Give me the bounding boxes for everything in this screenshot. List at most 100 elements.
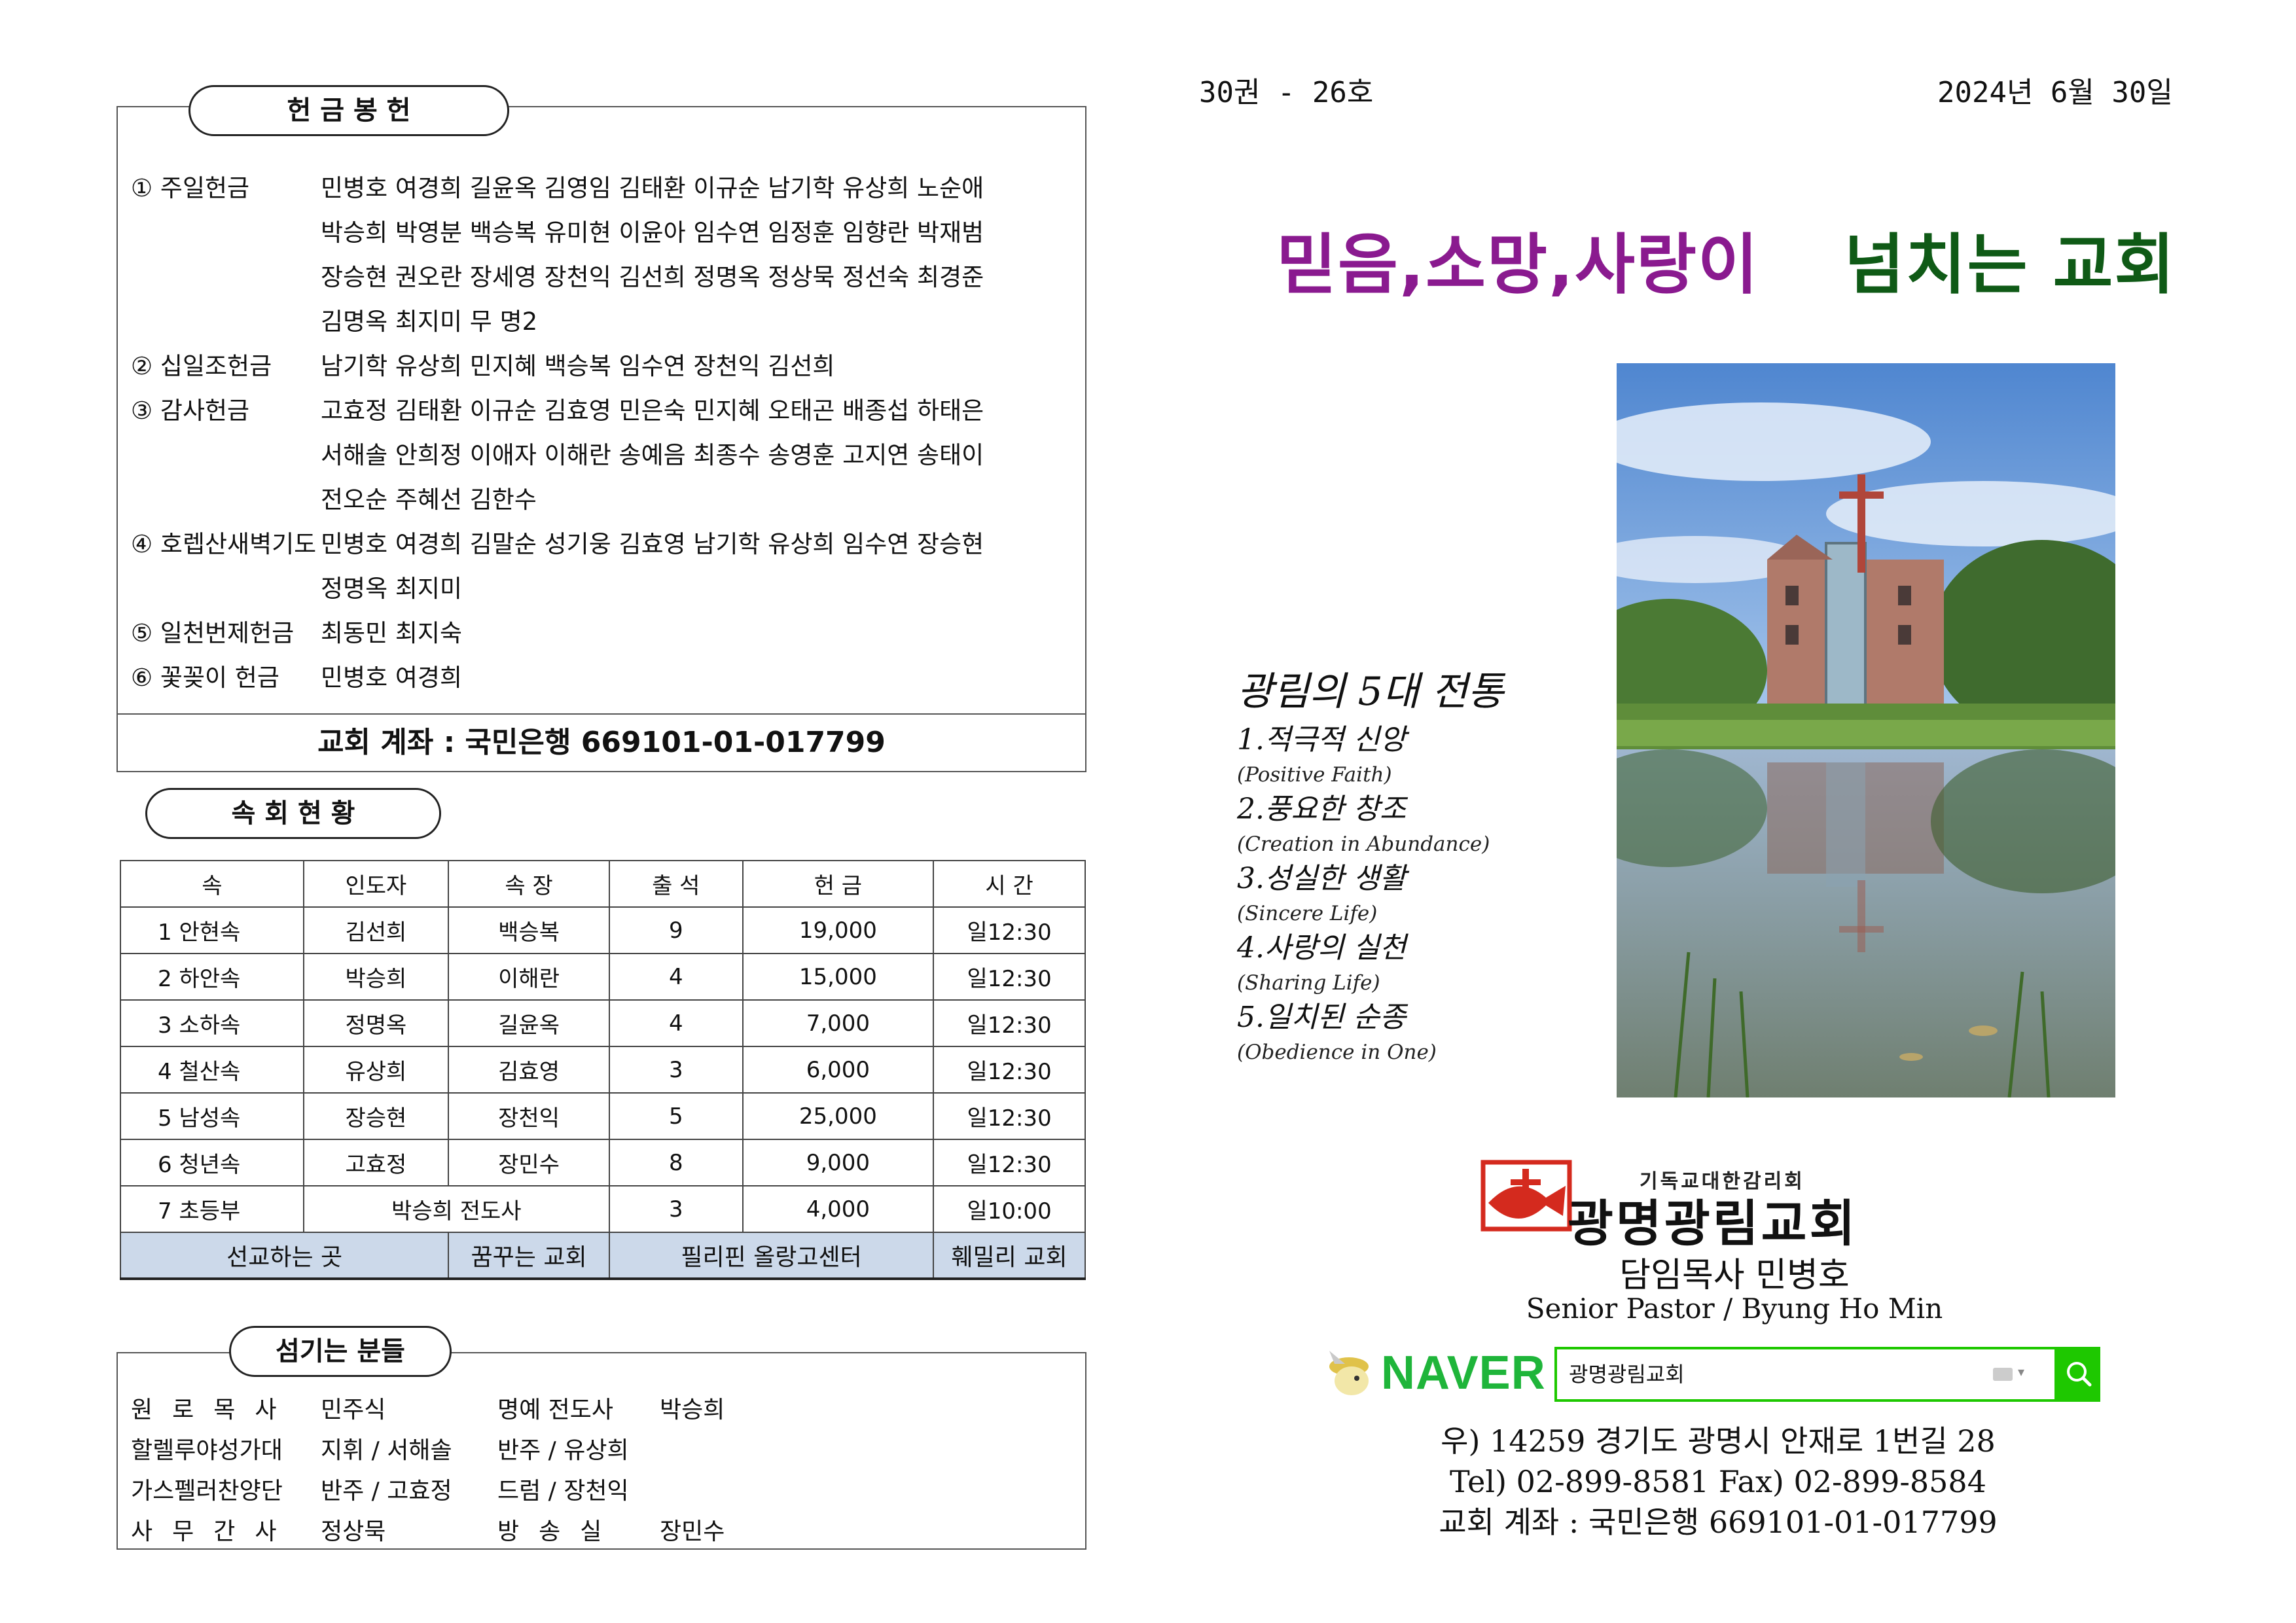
church-address: 우) 14259 경기도 광명시 안재로 1번길 28 bbox=[1441, 1423, 1996, 1459]
offering-name-line: 전오순 주혜선 김한수 bbox=[321, 486, 537, 514]
naver-search-box: 광명광림교회 ▾ bbox=[1554, 1347, 2057, 1402]
servant-row: 가스펠러찬양단 반주 / 고효정 드럼 / 장천익 bbox=[131, 1471, 1067, 1512]
cell-time: 일12:30 bbox=[933, 953, 1086, 1001]
caret-down-icon: ▾ bbox=[2018, 1364, 2025, 1380]
cell-leader: 박승희 전도사 bbox=[302, 1185, 610, 1233]
offering-label: ③ 감사헌금 bbox=[131, 397, 250, 425]
cell-leader: 김선희 bbox=[302, 906, 450, 954]
mission-place: 훼밀리 교회 bbox=[933, 1232, 1086, 1280]
cell-time: 일12:30 bbox=[933, 999, 1086, 1047]
tradition-korean: 3.성실한 생활 bbox=[1237, 862, 1407, 895]
offering-label: ⑥ 꽃꽂이 헌금 bbox=[131, 664, 279, 692]
cell-time: 일12:30 bbox=[933, 1046, 1086, 1094]
mission-place: 꿈꾸는 교회 bbox=[448, 1232, 610, 1280]
tradition-korean: 2.풍요한 창조 bbox=[1237, 793, 1407, 826]
church-name: 광명광림교회 bbox=[1568, 1194, 1858, 1253]
naver-logo: NAVER bbox=[1381, 1347, 1546, 1399]
table-row: 2 하안속 박승희 이해란 4 15,000 일12:30 bbox=[120, 953, 1086, 1001]
offering-list: ① 주일헌금 민병호 여경희 길윤옥 김영임 김태환 이규순 남기학 유상희 노… bbox=[131, 166, 1067, 700]
offering-name-line: 정명옥 최지미 bbox=[321, 575, 463, 603]
cell-name: 7 초등부 bbox=[120, 1185, 304, 1233]
offering-names: 남기학 유상희 민지혜 백승복 임수연 장천익 김선희 bbox=[321, 344, 1060, 389]
cell-offering: 19,000 bbox=[742, 906, 935, 954]
table-row: 3 소하속 정명옥 길윤옥 4 7,000 일12:30 bbox=[120, 999, 1086, 1047]
tradition-korean: 5.일치된 순종 bbox=[1237, 1001, 1407, 1034]
offering-row: ⑤ 일천번제헌금 최동민 최지숙 bbox=[131, 611, 1067, 656]
naver-mascot-icon bbox=[1329, 1351, 1369, 1395]
servant-name: 드럼 / 장천익 bbox=[497, 1478, 629, 1505]
column-header: 시 간 bbox=[933, 860, 1086, 908]
servant-role: 방송실 bbox=[497, 1518, 622, 1545]
senior-pastor-korean: 담임목사 민병호 bbox=[1619, 1256, 1850, 1295]
church-bank-account: 교회 계좌 : 국민은행 669101-01-017799 bbox=[1439, 1505, 1998, 1540]
column-header: 인도자 bbox=[302, 860, 450, 908]
servant-name: 반주 / 고효정 bbox=[321, 1478, 452, 1505]
cell-attendance: 3 bbox=[608, 1046, 744, 1094]
servant-role: 원로목사 bbox=[131, 1397, 296, 1423]
table-row: 6 청년속 고효정 장민수 8 9,000 일12:30 bbox=[120, 1139, 1086, 1186]
offering-row: ① 주일헌금 민병호 여경희 길윤옥 김영임 김태환 이규순 남기학 유상희 노… bbox=[131, 166, 1067, 344]
cell-head: 김효영 bbox=[448, 1046, 610, 1094]
cell-time: 일12:30 bbox=[933, 1139, 1086, 1186]
cell-attendance: 3 bbox=[608, 1185, 744, 1233]
offering-label: ④ 호렙산새벽기도 bbox=[131, 530, 317, 558]
church-photo bbox=[1617, 363, 2115, 1097]
cell-head: 길윤옥 bbox=[448, 999, 610, 1047]
offering-label: ⑤ 일천번제헌금 bbox=[131, 619, 295, 647]
servants-title: 섬기는 분들 bbox=[229, 1326, 452, 1377]
cell-attendance: 9 bbox=[608, 906, 744, 954]
offering-name-line: 최동민 최지숙 bbox=[321, 619, 463, 647]
servants-list: 원로목사 민주식 명예 전도사 박승희 할렐루야성가대 지휘 / 서해솔 반주 … bbox=[131, 1390, 1067, 1552]
column-header: 헌 금 bbox=[742, 860, 935, 908]
servant-row: 원로목사 민주식 명예 전도사 박승희 bbox=[131, 1390, 1067, 1431]
cell-leader: 정명옥 bbox=[302, 999, 450, 1047]
naver-search-query: 광명광림교회 bbox=[1569, 1362, 1685, 1387]
servant-row: 사무간사 정상묵 방송실 장민수 bbox=[131, 1512, 1067, 1552]
five-traditions: 광림의 5대 전통 1.적극적 신앙 (Positive Faith) 2.풍요… bbox=[1237, 662, 1604, 1068]
issue-volume: 30권 - 26호 bbox=[1199, 76, 1374, 109]
servant-name: 장민수 bbox=[660, 1518, 725, 1545]
cell-head: 이해란 bbox=[448, 953, 610, 1001]
offering-names: 고효정 김태환 이규순 김효영 민은숙 민지혜 오태곤 배종섭 하태은 서해솔 … bbox=[321, 389, 1060, 522]
cell-name: 5 남성속 bbox=[120, 1092, 304, 1140]
tradition-english: (Sharing Life) bbox=[1237, 971, 1380, 995]
offering-name-line: 서해솔 안희정 이애자 이해란 송예음 최종수 송영훈 고지연 송태이 bbox=[321, 441, 984, 469]
mission-place: 필리핀 올랑고센터 bbox=[608, 1232, 935, 1280]
table-row: 7 초등부 박승희 전도사 3 4,000 일10:00 bbox=[120, 1185, 1086, 1233]
offering-name-line: 박승희 박영분 백승복 유미현 이윤아 임수연 임정훈 임향란 박재범 bbox=[321, 219, 984, 247]
mission-label: 선교하는 곳 bbox=[119, 1232, 450, 1280]
cell-name: 3 소하속 bbox=[120, 999, 304, 1047]
keyboard-icon bbox=[1993, 1368, 2013, 1381]
slogan-part-2: 넘치는 교회 bbox=[1844, 226, 2176, 303]
mission-row: 선교하는 곳 꿈꾸는 교회 필리핀 올랑고센터 훼밀리 교회 bbox=[119, 1232, 1086, 1280]
senior-pastor-english: Senior Pastor / Byung Ho Min bbox=[1526, 1293, 1943, 1325]
cell-head: 장민수 bbox=[448, 1139, 610, 1186]
cell-leader: 유상희 bbox=[302, 1046, 450, 1094]
cell-offering: 4,000 bbox=[742, 1185, 935, 1233]
offering-row: ④ 호렙산새벽기도 민병호 여경희 김말순 성기웅 김효영 남기학 유상희 임수… bbox=[131, 522, 1067, 611]
servant-name: 정상묵 bbox=[321, 1518, 386, 1545]
cell-time: 일12:30 bbox=[933, 906, 1086, 954]
offering-name-line: 장승현 권오란 장세영 장천익 김선희 정명옥 정상묵 정선숙 최경준 bbox=[321, 263, 984, 291]
cell-leader: 고효정 bbox=[302, 1139, 450, 1186]
offering-names: 민병호 여경희 길윤옥 김영임 김태환 이규순 남기학 유상희 노순애 박승희 … bbox=[321, 166, 1060, 344]
offering-panel: ① 주일헌금 민병호 여경희 길윤옥 김영임 김태환 이규순 남기학 유상희 노… bbox=[117, 106, 1086, 772]
offering-row: ② 십일조헌금 남기학 유상희 민지혜 백승복 임수연 장천익 김선희 bbox=[131, 344, 1067, 389]
tradition-english: (Positive Faith) bbox=[1237, 763, 1392, 787]
offering-label: ① 주일헌금 bbox=[131, 174, 250, 202]
cell-leader: 장승현 bbox=[302, 1092, 450, 1140]
offering-title: 헌 금 봉 헌 bbox=[188, 85, 509, 136]
church-phone-fax: Tel) 02-899-8581 Fax) 02-899-8584 bbox=[1450, 1464, 1986, 1499]
offering-names: 민병호 여경희 김말순 성기웅 김효영 남기학 유상희 임수연 장승현 정명옥 … bbox=[321, 522, 1060, 611]
servant-row: 할렐루야성가대 지휘 / 서해솔 반주 / 유상희 bbox=[131, 1431, 1067, 1471]
methodist-cross-fish-icon bbox=[1480, 1160, 1572, 1232]
servant-role: 할렐루야성가대 bbox=[131, 1437, 283, 1464]
issue-date: 2024년 6월 30일 bbox=[1937, 76, 2173, 109]
offering-names: 최동민 최지숙 bbox=[321, 611, 1060, 656]
tradition-english: (Sincere Life) bbox=[1237, 902, 1378, 925]
table-row: 4 철산속 유상희 김효영 3 6,000 일12:30 bbox=[120, 1046, 1086, 1094]
naver-search-button bbox=[2057, 1347, 2100, 1402]
cells-title: 속 회 현 황 bbox=[145, 788, 441, 839]
tradition-korean: 1.적극적 신앙 bbox=[1237, 723, 1407, 757]
offering-name-line: 고효정 김태환 이규순 김효영 민은숙 민지혜 오태곤 배종섭 하태은 bbox=[321, 397, 984, 425]
